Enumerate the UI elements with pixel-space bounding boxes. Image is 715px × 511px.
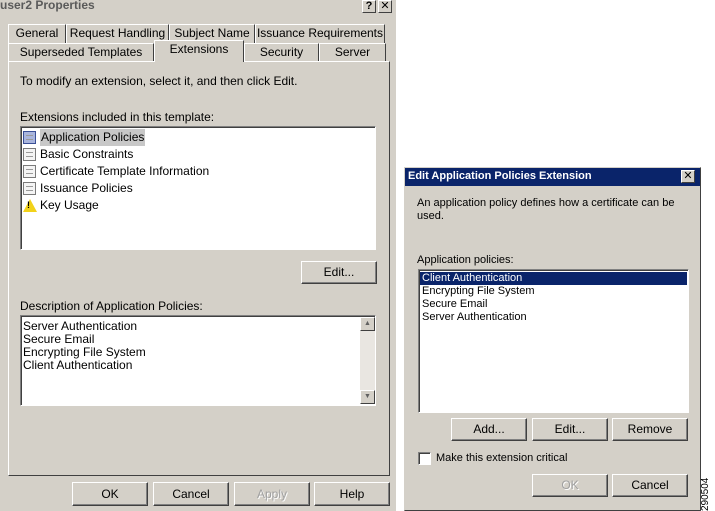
cancel-button[interactable]: Cancel bbox=[153, 482, 229, 506]
scroll-down-arrow-icon[interactable]: ▼ bbox=[360, 390, 375, 404]
document-icon bbox=[23, 182, 36, 195]
document-icon bbox=[23, 131, 36, 144]
remove-policy-button[interactable]: Remove bbox=[612, 418, 688, 441]
extensions-tab-panel: To modify an extension, select it, and t… bbox=[8, 61, 390, 476]
add-policy-button[interactable]: Add... bbox=[451, 418, 527, 441]
help-title-button[interactable]: ? bbox=[362, 0, 376, 13]
extensions-label: Extensions included in this template: bbox=[20, 110, 215, 124]
edit-dialog-close-icon[interactable]: ✕ bbox=[681, 170, 695, 183]
edit-extension-button[interactable]: Edit... bbox=[301, 261, 377, 284]
extension-item-key-usage[interactable]: ! Key Usage bbox=[21, 197, 361, 214]
instruction-text: To modify an extension, select it, and t… bbox=[20, 74, 298, 88]
edit-dialog-ok-button[interactable]: OK bbox=[532, 474, 608, 497]
properties-dialog: user2 Properties ? ✕ General Request Han… bbox=[0, 0, 396, 511]
document-icon bbox=[23, 165, 36, 178]
description-scrollbar[interactable]: ▲ ▼ bbox=[360, 317, 375, 404]
tab-security[interactable]: Security bbox=[244, 43, 319, 62]
extension-item-label: Basic Constraints bbox=[40, 147, 134, 161]
help-button[interactable]: Help bbox=[314, 482, 390, 506]
figure-number: 290504 bbox=[700, 477, 711, 511]
extensions-list[interactable]: Application Policies Basic Constraints C… bbox=[20, 126, 376, 250]
extension-item-issuance-policies[interactable]: Issuance Policies bbox=[21, 180, 361, 197]
extension-item-label: Certificate Template Information bbox=[40, 164, 210, 178]
description-line: Client Authentication bbox=[23, 358, 133, 372]
application-policies-list[interactable]: Client Authentication Encrypting File Sy… bbox=[418, 269, 689, 413]
close-title-button[interactable]: ✕ bbox=[378, 0, 392, 13]
extension-item-label: Key Usage bbox=[40, 198, 99, 212]
properties-titlebar: user2 Properties ? ✕ bbox=[0, 0, 396, 13]
edit-policy-button[interactable]: Edit... bbox=[532, 418, 608, 441]
policy-intro-text: An application policy defines how a cert… bbox=[417, 197, 675, 222]
policy-item-encrypting-file-system[interactable]: Encrypting File System bbox=[422, 285, 534, 298]
tab-issuance-requirements[interactable]: Issuance Requirements bbox=[255, 24, 385, 43]
edit-dialog-title: Edit Application Policies Extension bbox=[408, 170, 592, 182]
extension-item-basic-constraints[interactable]: Basic Constraints bbox=[21, 146, 361, 163]
policy-item-server-authentication[interactable]: Server Authentication bbox=[422, 311, 527, 324]
warning-icon bbox=[23, 199, 37, 212]
properties-title: user2 Properties bbox=[0, 0, 95, 12]
apply-button[interactable]: Apply bbox=[234, 482, 310, 506]
description-box: Server Authentication Secure Email Encry… bbox=[20, 315, 376, 406]
extension-item-label: Issuance Policies bbox=[40, 181, 133, 195]
description-label: Description of Application Policies: bbox=[20, 299, 203, 313]
extension-item-label: Application Policies bbox=[40, 129, 146, 146]
tab-superseded-templates[interactable]: Superseded Templates bbox=[8, 43, 154, 62]
extension-item-certificate-template-information[interactable]: Certificate Template Information bbox=[21, 163, 361, 180]
critical-checkbox-label: Make this extension critical bbox=[436, 452, 568, 464]
policy-item-secure-email[interactable]: Secure Email bbox=[422, 298, 487, 311]
scroll-up-arrow-icon[interactable]: ▲ bbox=[360, 317, 375, 331]
critical-checkbox[interactable] bbox=[418, 452, 431, 465]
ok-button[interactable]: OK bbox=[72, 482, 148, 506]
document-icon bbox=[23, 148, 36, 161]
tab-extensions[interactable]: Extensions bbox=[154, 40, 244, 62]
edit-dialog-titlebar: Edit Application Policies Extension ✕ bbox=[405, 168, 700, 186]
tab-server[interactable]: Server bbox=[319, 43, 386, 62]
tab-general[interactable]: General bbox=[8, 24, 66, 43]
edit-dialog-cancel-button[interactable]: Cancel bbox=[612, 474, 688, 497]
extension-item-application-policies[interactable]: Application Policies bbox=[21, 129, 361, 146]
edit-application-policies-dialog: Edit Application Policies Extension ✕ An… bbox=[404, 167, 701, 511]
application-policies-label: Application policies: bbox=[417, 254, 514, 266]
policy-item-client-authentication[interactable]: Client Authentication bbox=[420, 272, 687, 285]
